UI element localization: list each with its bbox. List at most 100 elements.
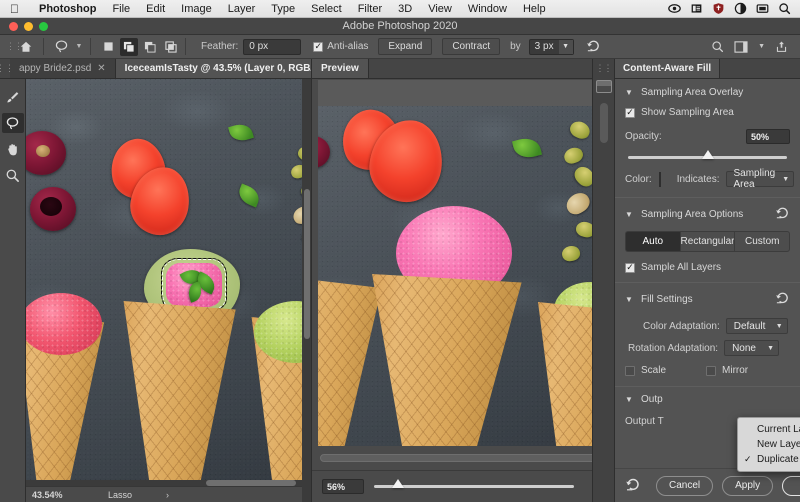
contrast-icon[interactable] [734,2,747,15]
subtract-from-selection-button[interactable] [141,38,159,56]
brush-tool[interactable] [2,87,24,107]
intersect-selection-button[interactable] [162,38,180,56]
hand-tool[interactable] [2,139,24,159]
chevron-down-icon[interactable]: ▼ [776,323,783,330]
shield-icon[interactable] [712,2,725,15]
search-icon[interactable] [711,40,724,53]
options-reset-icon[interactable] [586,38,601,56]
creative-cloud-icon[interactable] [668,2,681,15]
chevron-down-icon[interactable]: ▼ [782,176,789,183]
menu-item-duplicate-layer[interactable]: ✓ Duplicate Layer [738,452,800,467]
menu-item-select[interactable]: Select [303,3,350,15]
scale-checkbox[interactable] [625,365,635,376]
preview-canvas[interactable] [318,80,601,446]
indicates-select[interactable]: Sampling Area ▼ [725,168,795,190]
tool-preset-chevron-down-icon[interactable]: ▼ [73,36,85,58]
close-icon[interactable]: ✕ [97,63,105,74]
zoom-level[interactable]: 43.54% [26,490,74,500]
antialias-check-box[interactable]: ✓ [313,41,324,52]
document-tab-bride[interactable]: appy Bride2.psd ✕ [10,59,116,78]
zoom-tool[interactable] [2,165,24,185]
preview-zoom-slider-knob[interactable] [392,479,404,488]
bartender-icon[interactable] [690,2,703,15]
document-canvas[interactable] [26,79,302,480]
display-icon[interactable] [756,2,769,15]
chevron-down-icon[interactable]: ▼ [767,345,774,352]
menu-item-view[interactable]: View [420,3,460,15]
sampling-area-options-header[interactable]: ▼ Sampling Area Options [625,205,790,223]
chevron-down-icon[interactable]: ▼ [758,43,765,50]
output-settings-header[interactable]: ▼ Outp [625,394,790,405]
chevron-down-icon[interactable]: ▼ [558,39,573,54]
sample-all-layers-checkbox[interactable]: ✓ [625,262,635,273]
sampling-options-reset-icon[interactable] [775,205,790,223]
opacity-slider[interactable] [628,150,787,159]
show-sampling-area-row[interactable]: ✓ Show Sampling Area [625,107,790,118]
share-icon[interactable] [775,40,788,53]
panel-reset-icon[interactable] [625,476,641,495]
fill-settings-reset-icon[interactable] [775,290,790,308]
scale-checkbox-row[interactable]: Scale [625,365,666,376]
tab-preview[interactable]: Preview [312,59,369,78]
sampling-auto-button[interactable]: Auto [625,231,680,252]
menu-item-layer[interactable]: Layer [220,3,264,15]
show-sampling-area-checkbox[interactable]: ✓ [625,107,635,118]
chevron-down-icon[interactable]: ▼ [625,88,634,97]
contract-button[interactable]: Contract [442,38,501,55]
menu-item-file[interactable]: File [104,3,138,15]
lasso-tool[interactable] [1,113,24,133]
by-amount-select[interactable]: 3 px ▼ [528,38,574,55]
rail-grip[interactable]: ⋮⋮ [596,63,613,74]
ok-button[interactable]: OK [782,475,800,496]
apply-button[interactable]: Apply [722,475,774,496]
tab-bar-grip[interactable]: ⋮⋮ [0,59,14,78]
preview-horizontal-scrollbar[interactable] [320,454,598,462]
scrollbar-thumb[interactable] [320,454,598,462]
mirror-checkbox[interactable] [706,365,717,376]
collapse-panel-icon[interactable] [595,80,612,93]
lasso-tool-icon[interactable] [49,36,73,58]
feather-input[interactable]: 0 px [243,38,302,55]
sampling-area-overlay-header[interactable]: ▼ Sampling Area Overlay [625,87,790,98]
antialias-checkbox[interactable]: ✓ Anti-alias [313,41,368,52]
expand-button[interactable]: Expand [378,38,433,55]
menu-item-new-layer[interactable]: New Layer [738,437,800,452]
menu-item-window[interactable]: Window [460,3,515,15]
output-to-dropdown-menu[interactable]: Current Layer New Layer ✓ Duplicate Laye… [737,417,800,472]
opacity-slider-knob[interactable] [701,150,714,159]
menu-item-filter[interactable]: Filter [350,3,390,15]
menu-item-3d[interactable]: 3D [390,3,420,15]
marching-ants-selection[interactable] [161,258,227,312]
preview-zoom-slider[interactable] [374,479,574,488]
rail-scroll-thumb[interactable] [599,103,608,143]
new-selection-button[interactable] [99,38,117,56]
scrollbar-thumb[interactable] [304,189,310,339]
menu-item-type[interactable]: Type [263,3,303,15]
mirror-checkbox-row[interactable]: Mirror [706,365,748,376]
canvas-vertical-scrollbar[interactable] [302,79,311,480]
chevron-down-icon[interactable]: ▼ [625,295,634,304]
sampling-custom-button[interactable]: Custom [734,231,791,252]
preview-zoom-value[interactable]: 56% [322,479,364,494]
apple-icon[interactable]:  [10,3,19,15]
menu-item-image[interactable]: Image [173,3,220,15]
spotlight-search-icon[interactable] [778,2,791,15]
fill-settings-header[interactable]: ▼ Fill Settings [625,290,790,308]
chevron-down-icon[interactable]: ▼ [625,395,634,404]
status-expand-arrow[interactable]: › [132,490,169,500]
overlay-color-swatch[interactable] [658,171,661,187]
workspace-icon[interactable] [734,40,748,53]
home-icon[interactable] [14,36,38,58]
add-to-selection-button[interactable] [120,37,138,56]
color-adaptation-select[interactable]: Default ▼ [725,318,788,334]
menu-item-photoshop[interactable]: Photoshop [31,3,104,15]
sampling-rectangular-button[interactable]: Rectangular [679,231,735,252]
opacity-input[interactable]: 50% [746,129,790,144]
rotation-adaptation-select[interactable]: None ▼ [724,340,780,356]
tab-content-aware-fill[interactable]: Content-Aware Fill [615,59,721,78]
menu-item-help[interactable]: Help [515,3,554,15]
cancel-button[interactable]: Cancel [656,475,714,496]
chevron-down-icon[interactable]: ▼ [625,210,634,219]
document-tab-icecream[interactable]: IceceamIsTasty @ 43.5% (Layer 0, RGB/8) [115,59,333,78]
sample-all-layers-row[interactable]: ✓ Sample All Layers [625,262,790,273]
